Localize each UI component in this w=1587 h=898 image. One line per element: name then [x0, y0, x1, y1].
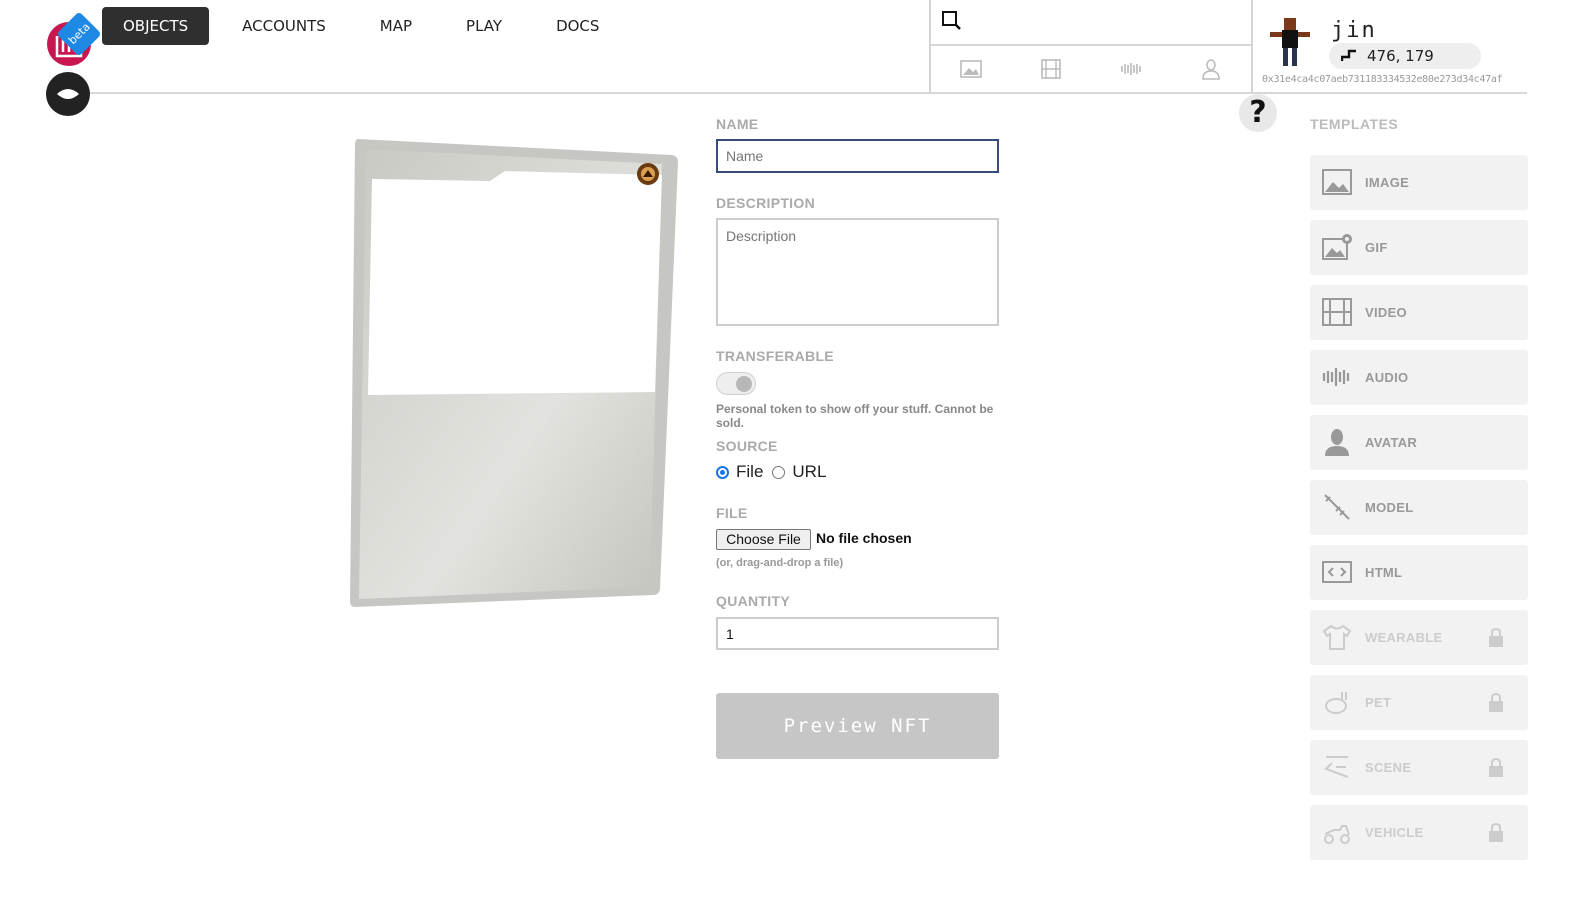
template-label: IMAGE	[1365, 175, 1410, 190]
avatar-filter-icon[interactable]	[1199, 57, 1223, 81]
template-video[interactable]: VIDEO	[1310, 285, 1528, 340]
nav-map[interactable]: MAP	[359, 7, 433, 45]
name-label: NAME	[716, 116, 759, 132]
nav-docs[interactable]: DOCS	[535, 7, 620, 45]
header-divider	[90, 92, 1527, 94]
template-label: PET	[1365, 695, 1392, 710]
discord-button[interactable]	[46, 72, 90, 116]
wearable-icon	[1322, 624, 1352, 650]
template-image[interactable]: IMAGE	[1310, 155, 1528, 210]
discord-icon	[57, 89, 79, 99]
template-audio[interactable]: AUDIO	[1310, 350, 1528, 405]
audio-icon	[1322, 368, 1350, 386]
file-hint: (or, drag-and-drop a file)	[716, 557, 844, 569]
quantity-input[interactable]	[716, 617, 999, 650]
template-label: WEARABLE	[1365, 630, 1443, 645]
html-icon	[1322, 561, 1352, 583]
nav-objects[interactable]: OBJECTS	[102, 7, 210, 45]
file-status: No file chosen	[816, 530, 912, 546]
nft-card-preview	[350, 139, 678, 607]
template-label: HTML	[1365, 565, 1403, 580]
template-model[interactable]: MODEL	[1310, 480, 1528, 535]
search-icon[interactable]	[941, 10, 961, 30]
username: jin	[1331, 18, 1377, 43]
template-label: VIDEO	[1365, 305, 1407, 320]
location-icon	[1341, 49, 1356, 61]
template-label: SCENE	[1365, 760, 1412, 775]
image-filter-icon[interactable]	[959, 57, 983, 81]
template-label: AUDIO	[1365, 370, 1409, 385]
model-icon	[1324, 494, 1350, 520]
image-icon	[1322, 169, 1352, 195]
lock-icon	[1489, 822, 1503, 842]
top-nav: OBJECTS ACCOUNTS MAP PLAY DOCS	[102, 7, 632, 45]
video-filter-icon[interactable]	[1039, 57, 1063, 81]
template-label: AVATAR	[1365, 435, 1418, 450]
template-avatar[interactable]: AVATAR	[1310, 415, 1528, 470]
quantity-label: QUANTITY	[716, 593, 790, 609]
source-label: SOURCE	[716, 438, 778, 454]
coords-text: 476, 179	[1367, 47, 1434, 65]
wallet-address: 0x31e4ca4c07aeb731183334532e80e273d34c47…	[1262, 74, 1503, 85]
template-scene[interactable]: SCENE	[1310, 740, 1528, 795]
source-file-radio[interactable]	[716, 465, 729, 479]
template-html[interactable]: HTML	[1310, 545, 1528, 600]
transferable-label: TRANSFERABLE	[716, 348, 834, 364]
source-url-label: URL	[792, 462, 827, 481]
transferable-toggle[interactable]	[716, 372, 756, 395]
nav-accounts[interactable]: ACCOUNTS	[221, 7, 347, 45]
source-file-label: File	[736, 462, 764, 481]
description-input[interactable]	[716, 218, 999, 326]
template-label: GIF	[1365, 240, 1388, 255]
lock-icon	[1489, 692, 1503, 712]
audio-filter-icon[interactable]	[1119, 57, 1143, 81]
vehicle-icon	[1324, 825, 1350, 844]
preview-nft-button[interactable]: Preview NFT	[716, 693, 999, 759]
template-label: VEHICLE	[1365, 825, 1424, 840]
search-panel	[929, 0, 1253, 93]
search-filters	[931, 46, 1251, 92]
scene-icon	[1324, 756, 1349, 778]
templates-title: TEMPLATES	[1310, 116, 1399, 132]
template-label: MODEL	[1365, 500, 1414, 515]
source-url-radio[interactable]	[772, 465, 786, 479]
choose-file-button[interactable]: Choose File	[716, 529, 811, 550]
search-input[interactable]	[931, 0, 1251, 46]
template-wearable[interactable]: WEARABLE	[1310, 610, 1528, 665]
description-label: DESCRIPTION	[716, 195, 815, 211]
coords-badge[interactable]: 476, 179	[1329, 43, 1481, 69]
file-label: FILE	[716, 505, 748, 521]
lock-icon	[1489, 757, 1503, 777]
nav-play[interactable]: PLAY	[445, 7, 523, 45]
source-options: File URL	[716, 462, 826, 482]
template-gif[interactable]: GIF	[1310, 220, 1528, 275]
avatar-icon	[1325, 429, 1349, 456]
pet-icon	[1325, 692, 1347, 714]
user-avatar[interactable]	[1266, 16, 1314, 68]
template-pet[interactable]: PET	[1310, 675, 1528, 730]
template-vehicle[interactable]: VEHICLE	[1310, 805, 1528, 860]
help-button[interactable]: ?	[1239, 94, 1277, 132]
gif-icon	[1322, 234, 1352, 260]
name-input[interactable]	[716, 139, 999, 173]
video-icon	[1322, 298, 1352, 326]
lock-icon	[1489, 627, 1503, 647]
transferable-hint: Personal token to show off your stuff. C…	[716, 402, 994, 430]
